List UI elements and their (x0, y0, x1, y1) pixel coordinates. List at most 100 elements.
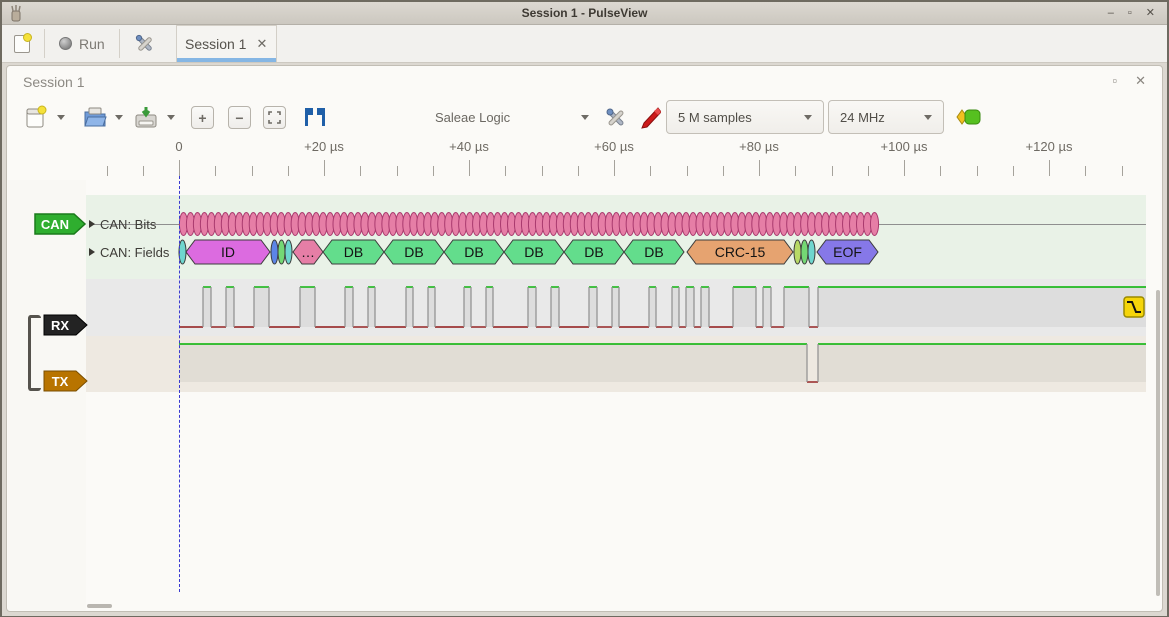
sample-rate-dropdown-icon (924, 115, 932, 120)
ruler-tick (360, 166, 361, 176)
ruler-tick (397, 166, 398, 176)
maximize-icon[interactable]: ▫ (1128, 8, 1132, 19)
close-icon[interactable]: ✕ (1146, 8, 1155, 19)
ruler-label: +40 µs (449, 139, 489, 154)
zoom-out-icon: − (235, 110, 243, 126)
wrench-icon (604, 106, 628, 130)
ruler-tick (1085, 166, 1086, 176)
open-folder-icon (83, 106, 107, 128)
ruler-label: +120 µs (1026, 139, 1073, 154)
decoder-tag-can[interactable]: CAN (34, 213, 88, 235)
ruler-tick (940, 166, 941, 176)
new-document-icon (14, 35, 30, 53)
settings-button[interactable] (122, 25, 168, 62)
svg-text:CAN: CAN (41, 217, 69, 232)
ruler-tick (433, 166, 434, 176)
ruler-tick (324, 160, 325, 176)
decoder-icon (956, 108, 982, 126)
ruler-tick (469, 160, 470, 176)
tx-trace-band[interactable] (86, 336, 1146, 392)
save-icon (134, 106, 158, 128)
sample-rate-value: 24 MHz (840, 110, 885, 125)
ruler-tick (868, 166, 869, 176)
ruler-tick (143, 166, 144, 176)
device-dropdown-icon[interactable] (581, 115, 589, 120)
add-decoder-button[interactable] (956, 108, 982, 126)
ruler-tick (1013, 166, 1014, 176)
can-bits-label: CAN: Bits (100, 217, 156, 232)
minimize-icon[interactable]: – (1108, 8, 1114, 19)
run-label: Run (79, 36, 105, 52)
tools-icon (134, 33, 156, 55)
expand-arrow-icon[interactable] (89, 248, 95, 256)
subwindow-close-icon[interactable]: ✕ (1135, 73, 1146, 89)
sample-rate-select[interactable]: 24 MHz (828, 100, 944, 134)
ruler-tick (505, 166, 506, 176)
svg-text:TX: TX (52, 374, 69, 389)
vertical-scrollbar-handle[interactable] (1156, 290, 1160, 596)
zoom-in-icon: + (198, 110, 206, 126)
time-cursor-line[interactable] (179, 176, 180, 592)
zoom-out-button[interactable]: − (228, 106, 251, 129)
ruler-label: +100 µs (881, 139, 928, 154)
titlebar[interactable]: Session 1 - PulseView – ▫ ✕ (2, 2, 1167, 25)
ruler-tick (578, 166, 579, 176)
new-session-button[interactable] (2, 25, 42, 62)
row-label-can-fields[interactable]: CAN: Fields (89, 240, 169, 264)
expand-arrow-icon[interactable] (89, 220, 95, 228)
pulseview-window: Session 1 - PulseView – ▫ ✕ Run Session … (0, 0, 1169, 617)
subwindow-maximize-icon[interactable]: ▫ (1112, 73, 1117, 89)
show-cursors-button[interactable] (301, 106, 327, 128)
ruler-tick (614, 160, 615, 176)
rx-trace-band[interactable] (86, 279, 1146, 336)
new-view-dropdown-icon[interactable] (57, 115, 65, 120)
signal-tag-tx[interactable]: TX (43, 370, 90, 392)
save-button[interactable] (134, 106, 158, 128)
row-label-can-bits[interactable]: CAN: Bits (89, 212, 156, 236)
can-fields-label: CAN: Fields (100, 245, 169, 260)
ruler-tick (977, 166, 978, 176)
trace-label-column (8, 180, 86, 610)
run-state-icon (59, 37, 72, 50)
tab-label: Session 1 (185, 36, 246, 52)
mdi-area: Session 1 ▫ ✕ (2, 63, 1167, 616)
ruler-tick (795, 166, 796, 176)
subwindow-title: Session 1 (23, 74, 84, 90)
horizontal-scrollbar-handle[interactable] (87, 604, 112, 608)
svg-text:RX: RX (51, 318, 69, 333)
new-view-button[interactable] (25, 105, 47, 129)
ruler-label: +60 µs (594, 139, 634, 154)
channels-button[interactable] (639, 106, 661, 130)
sample-count-value: 5 M samples (678, 110, 752, 125)
device-selector-label[interactable]: Saleae Logic (435, 110, 510, 125)
zoom-in-button[interactable]: + (191, 106, 214, 129)
tab-close-icon[interactable]: ✕ (256, 36, 267, 52)
ruler-tick (179, 160, 180, 176)
ruler-tick (687, 166, 688, 176)
ruler-tick (215, 166, 216, 176)
ruler-tick (650, 166, 651, 176)
open-dropdown-icon[interactable] (115, 115, 123, 120)
window-title: Session 1 - PulseView (2, 6, 1167, 20)
zoom-fit-icon (268, 111, 281, 124)
ruler-tick (904, 160, 905, 176)
zoom-fit-button[interactable] (263, 106, 286, 129)
ruler-label: +20 µs (304, 139, 344, 154)
tab-session-1[interactable]: Session 1 ✕ (176, 25, 277, 62)
sample-count-dropdown-icon (804, 115, 812, 120)
ruler-label: 0 (175, 139, 182, 154)
decoder-band[interactable] (86, 195, 1146, 279)
probe-icon (639, 106, 661, 130)
configure-device-button[interactable] (604, 106, 628, 130)
signal-tag-rx[interactable]: RX (43, 314, 90, 336)
run-button[interactable]: Run (47, 25, 117, 62)
ruler-tick (1049, 160, 1050, 176)
ruler-tick (759, 160, 760, 176)
sample-count-select[interactable]: 5 M samples (666, 100, 824, 134)
open-button[interactable] (83, 106, 107, 128)
save-dropdown-icon[interactable] (167, 115, 175, 120)
ruler-tick (107, 166, 108, 176)
tab-active-accent (177, 58, 276, 62)
toolbar-separator (119, 29, 120, 58)
channel-group-bracket (28, 315, 41, 391)
